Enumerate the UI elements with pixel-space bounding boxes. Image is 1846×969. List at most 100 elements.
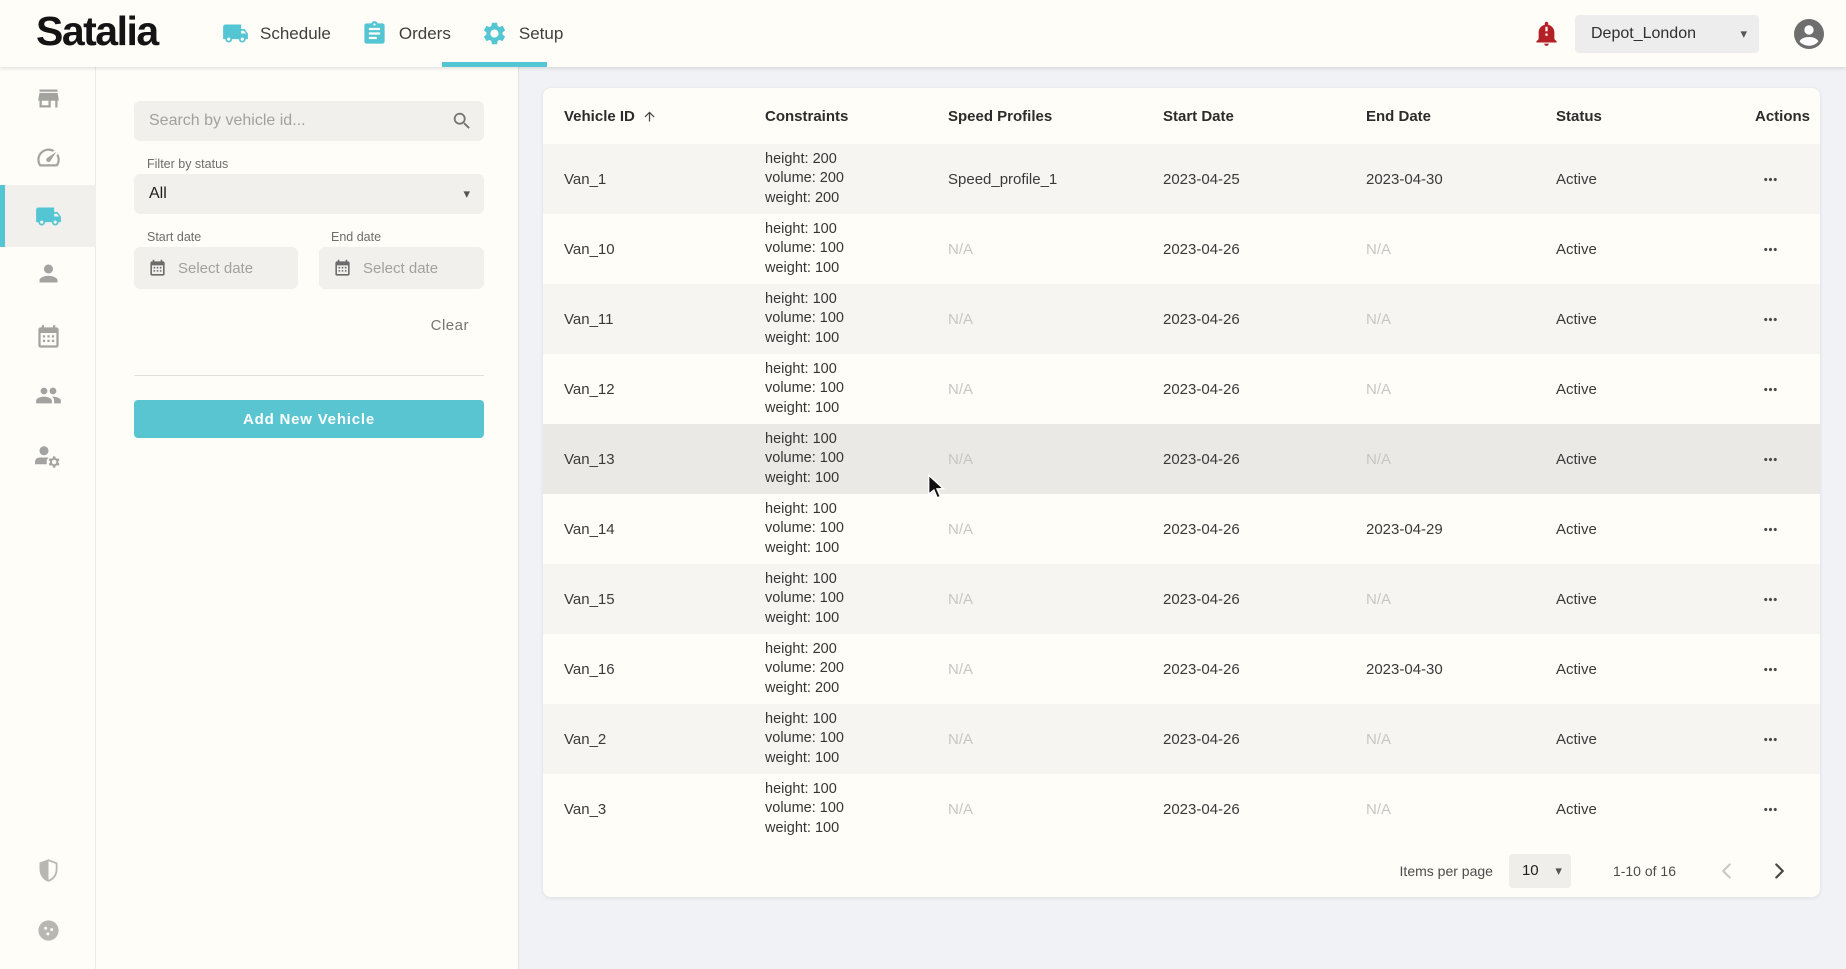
- start-date-cell: 2023-04-26: [1163, 451, 1366, 468]
- column-header-label: End Date: [1366, 108, 1431, 125]
- sidebar-footer-cookie[interactable]: [0, 899, 96, 961]
- table-row-van_10[interactable]: Van_10height: 100volume: 100weight: 100N…: [543, 214, 1820, 284]
- chevron-down-icon: ▾: [463, 186, 470, 202]
- people-gear-icon: [35, 444, 62, 471]
- start-date-cell: 2023-04-25: [1163, 171, 1366, 188]
- top-header: Satalia ScheduleOrdersSetup Depot_London…: [0, 0, 1846, 67]
- table-row-van_16[interactable]: Van_16height: 200volume: 200weight: 200N…: [543, 634, 1820, 704]
- actions-cell: [1755, 447, 1820, 471]
- status-cell: Active: [1556, 451, 1755, 468]
- table-row-van_11[interactable]: Van_11height: 100volume: 100weight: 100N…: [543, 284, 1820, 354]
- table-row-van_2[interactable]: Van_2height: 100volume: 100weight: 100N/…: [543, 704, 1820, 774]
- table-row-van_3[interactable]: Van_3height: 100volume: 100weight: 100N/…: [543, 774, 1820, 844]
- table-row-van_1[interactable]: Van_1height: 200volume: 200weight: 200Sp…: [543, 144, 1820, 214]
- column-header-constraints[interactable]: Constraints: [765, 108, 948, 125]
- constraint-line: height: 100: [765, 570, 948, 590]
- actions-cell: [1755, 377, 1820, 401]
- page-size-select[interactable]: 10 ▾: [1509, 854, 1571, 888]
- row-actions-menu-button[interactable]: [1761, 517, 1791, 541]
- end-date-label: End date: [331, 230, 381, 244]
- bell-alert-icon[interactable]: [1533, 20, 1560, 47]
- start-date-input[interactable]: Select date: [134, 247, 298, 289]
- row-actions-menu-button[interactable]: [1761, 797, 1791, 821]
- table-row-van_15[interactable]: Van_15height: 100volume: 100weight: 100N…: [543, 564, 1820, 634]
- search-input[interactable]: [134, 101, 484, 141]
- sidebar-item-calendar[interactable]: [0, 306, 96, 368]
- column-header-status[interactable]: Status: [1556, 108, 1755, 125]
- depot-selector[interactable]: Depot_London ▾: [1575, 15, 1759, 53]
- column-header-vehicle-id[interactable]: Vehicle ID: [564, 108, 765, 125]
- previous-page-button[interactable]: [1714, 858, 1740, 884]
- store-icon: [35, 85, 62, 112]
- column-header-speed-profiles[interactable]: Speed Profiles: [948, 108, 1163, 125]
- tab-setup[interactable]: Setup: [481, 20, 563, 47]
- sidebar-item-truck[interactable]: [0, 185, 96, 247]
- column-header-start-date[interactable]: Start Date: [1163, 108, 1366, 125]
- vehicle-id-cell: Van_2: [564, 731, 765, 748]
- start-date-cell: 2023-04-26: [1163, 801, 1366, 818]
- vehicle-id-cell: Van_3: [564, 801, 765, 818]
- sidebar-item-store[interactable]: [0, 67, 96, 129]
- more-horiz-icon: [1761, 730, 1780, 749]
- tab-orders[interactable]: Orders: [361, 20, 451, 47]
- sidebar-footer-shield[interactable]: [0, 839, 96, 901]
- items-per-page-label: Items per page: [1400, 863, 1493, 879]
- speed-profile-cell: N/A: [948, 381, 1163, 398]
- row-actions-menu-button[interactable]: [1761, 237, 1791, 261]
- constraint-line: volume: 100: [765, 449, 948, 469]
- table-row-van_12[interactable]: Van_12height: 100volume: 100weight: 100N…: [543, 354, 1820, 424]
- end-date-cell: N/A: [1366, 311, 1556, 328]
- speed-profile-cell: N/A: [948, 661, 1163, 678]
- sidebar-item-people-gear[interactable]: [0, 426, 96, 488]
- gear-icon: [481, 20, 508, 47]
- constraint-line: weight: 100: [765, 609, 948, 629]
- more-horiz-icon: [1761, 660, 1780, 679]
- status-filter-label: Filter by status: [147, 157, 228, 171]
- more-horiz-icon: [1761, 590, 1780, 609]
- sidebar-item-person[interactable]: [0, 242, 96, 304]
- clear-filters-button[interactable]: Clear: [431, 317, 469, 334]
- vehicle-search: [134, 101, 484, 141]
- more-horiz-icon: [1761, 800, 1780, 819]
- end-date-cell: 2023-04-30: [1366, 661, 1556, 678]
- sidebar-item-people[interactable]: [0, 364, 96, 426]
- row-actions-menu-button[interactable]: [1761, 447, 1791, 471]
- tab-label: Setup: [519, 24, 563, 44]
- constraints-cell: height: 100volume: 100weight: 100: [765, 360, 948, 419]
- add-new-vehicle-button[interactable]: Add New Vehicle: [134, 400, 484, 438]
- column-header-end-date[interactable]: End Date: [1366, 108, 1556, 125]
- end-date-cell: N/A: [1366, 241, 1556, 258]
- constraint-line: weight: 100: [765, 259, 948, 279]
- row-actions-menu-button[interactable]: [1761, 587, 1791, 611]
- actions-cell: [1755, 587, 1820, 611]
- row-actions-menu-button[interactable]: [1761, 657, 1791, 681]
- sidebar-item-dashboard[interactable]: [0, 126, 96, 188]
- next-page-button[interactable]: [1766, 858, 1792, 884]
- end-date-input[interactable]: Select date: [319, 247, 484, 289]
- row-actions-menu-button[interactable]: [1761, 727, 1791, 751]
- constraint-line: height: 100: [765, 360, 948, 380]
- start-date-label: Start date: [147, 230, 201, 244]
- speed-profile-cell: N/A: [948, 451, 1163, 468]
- row-actions-menu-button[interactable]: [1761, 167, 1791, 191]
- tab-schedule[interactable]: Schedule: [222, 20, 331, 47]
- user-avatar-icon[interactable]: [1791, 16, 1827, 52]
- vehicle-id-cell: Van_10: [564, 241, 765, 258]
- status-filter-select[interactable]: All ▾: [134, 174, 484, 214]
- row-actions-menu-button[interactable]: [1761, 377, 1791, 401]
- table-row-van_14[interactable]: Van_14height: 100volume: 100weight: 100N…: [543, 494, 1820, 564]
- end-date-cell: N/A: [1366, 591, 1556, 608]
- clipboard-icon: [361, 20, 388, 47]
- constraints-cell: height: 100volume: 100weight: 100: [765, 780, 948, 839]
- constraints-cell: height: 200volume: 200weight: 200: [765, 150, 948, 209]
- table-row-van_13[interactable]: Van_13height: 100volume: 100weight: 100N…: [543, 424, 1820, 494]
- column-header-actions[interactable]: Actions: [1755, 108, 1820, 125]
- start-date-cell: 2023-04-26: [1163, 521, 1366, 538]
- calendar-icon: [35, 324, 62, 351]
- row-actions-menu-button[interactable]: [1761, 307, 1791, 331]
- constraint-line: height: 100: [765, 710, 948, 730]
- constraint-line: volume: 100: [765, 589, 948, 609]
- column-header-label: Start Date: [1163, 108, 1234, 125]
- shield-icon: [35, 857, 62, 884]
- speed-profile-cell: N/A: [948, 731, 1163, 748]
